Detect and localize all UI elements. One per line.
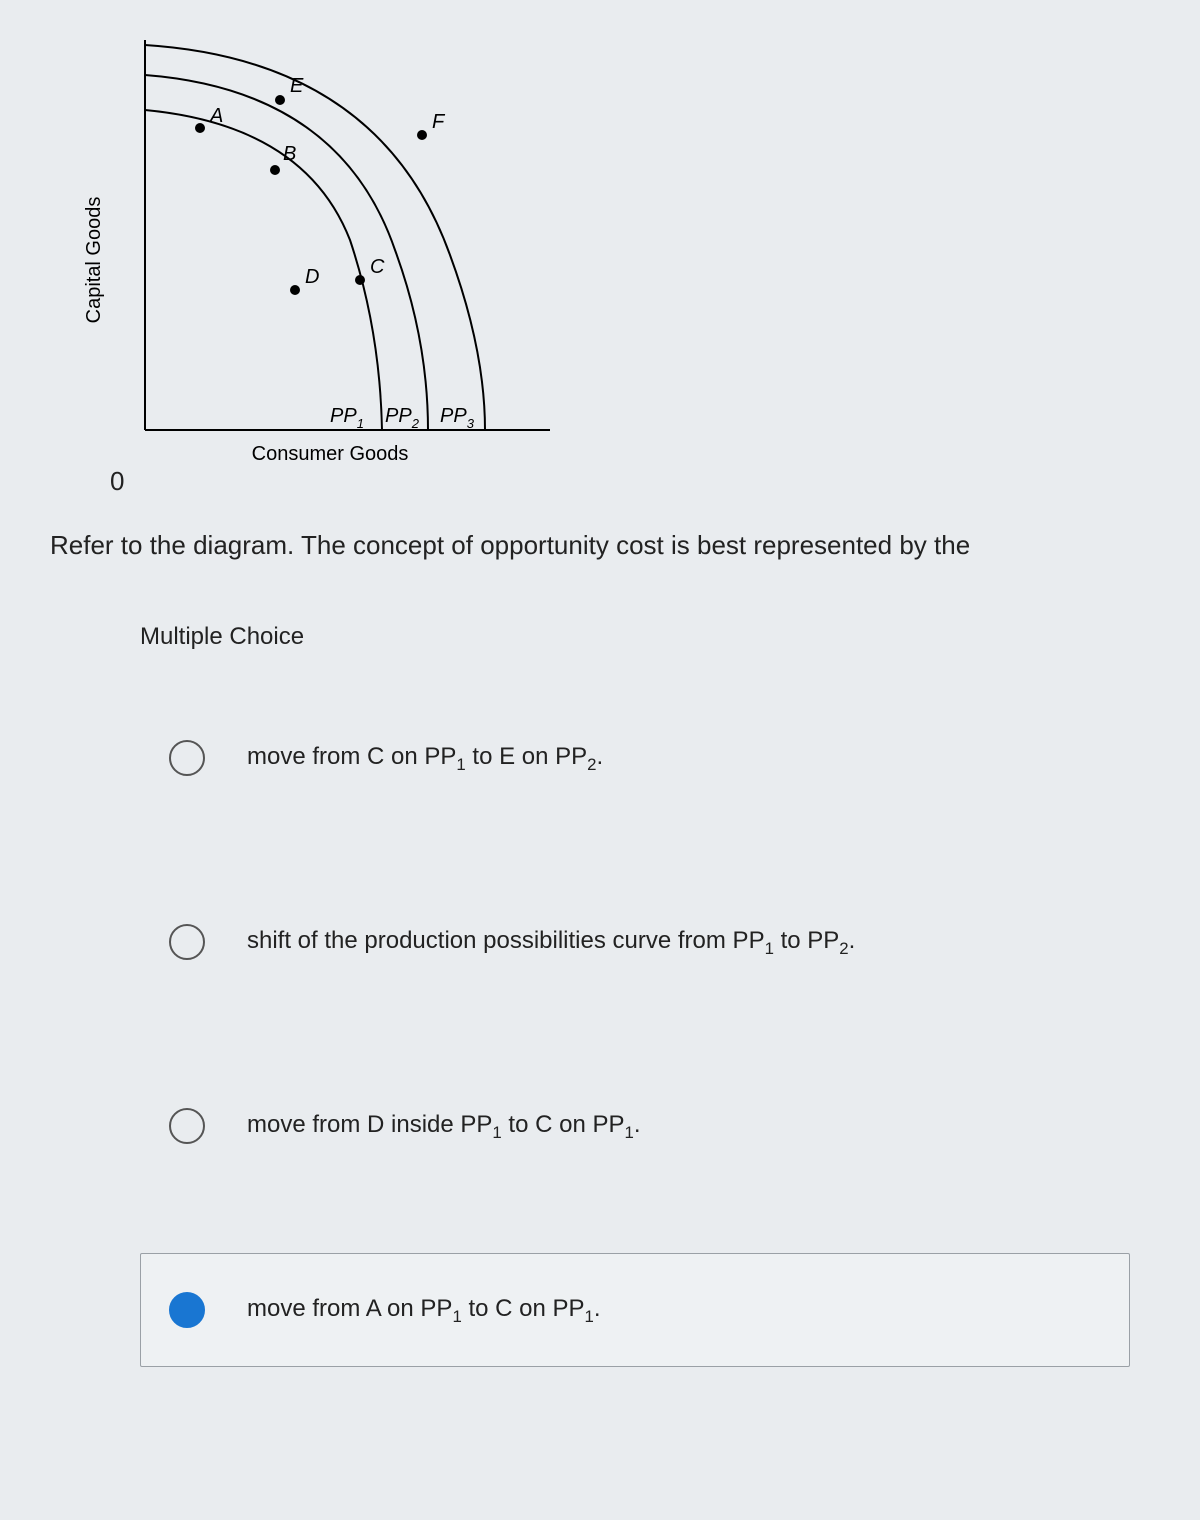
ppf-diagram: Capital Goods A B E F C (70, 30, 1170, 497)
radio-icon (169, 1108, 205, 1144)
x-axis-label: Consumer Goods (252, 443, 409, 465)
point-C: C (370, 256, 385, 278)
point-A: A (209, 105, 223, 127)
option-2[interactable]: shift of the production possibilities cu… (140, 885, 1130, 999)
ppf-svg: Capital Goods A B E F C (70, 30, 590, 470)
option-1[interactable]: move from C on PP1 to E on PP2. (140, 701, 1130, 815)
radio-icon (169, 1292, 205, 1328)
label-pp2: PP2 (385, 405, 420, 431)
point-B: B (283, 143, 296, 165)
option-text: move from C on PP1 to E on PP2. (247, 741, 603, 776)
point-E: E (290, 75, 304, 97)
radio-icon (169, 740, 205, 776)
origin-label: 0 (110, 466, 1170, 497)
option-text: move from A on PP1 to C on PP1. (247, 1293, 601, 1328)
option-4[interactable]: move from A on PP1 to C on PP1. (140, 1253, 1130, 1367)
option-text: move from D inside PP1 to C on PP1. (247, 1109, 641, 1144)
y-axis-label: Capital Goods (83, 197, 105, 324)
label-pp1: PP1 (330, 405, 364, 431)
question-page: Capital Goods A B E F C (0, 0, 1200, 1497)
question-text: Refer to the diagram. The concept of opp… (50, 527, 1170, 563)
label-pp3: PP3 (440, 405, 475, 431)
option-3[interactable]: move from D inside PP1 to C on PP1. (140, 1069, 1130, 1183)
radio-icon (169, 924, 205, 960)
multiple-choice-heading: Multiple Choice (140, 623, 1170, 651)
options-list: move from C on PP1 to E on PP2. shift of … (140, 701, 1130, 1367)
point-D: D (305, 266, 319, 288)
point-F: F (432, 111, 446, 133)
option-text: shift of the production possibilities cu… (247, 925, 855, 960)
